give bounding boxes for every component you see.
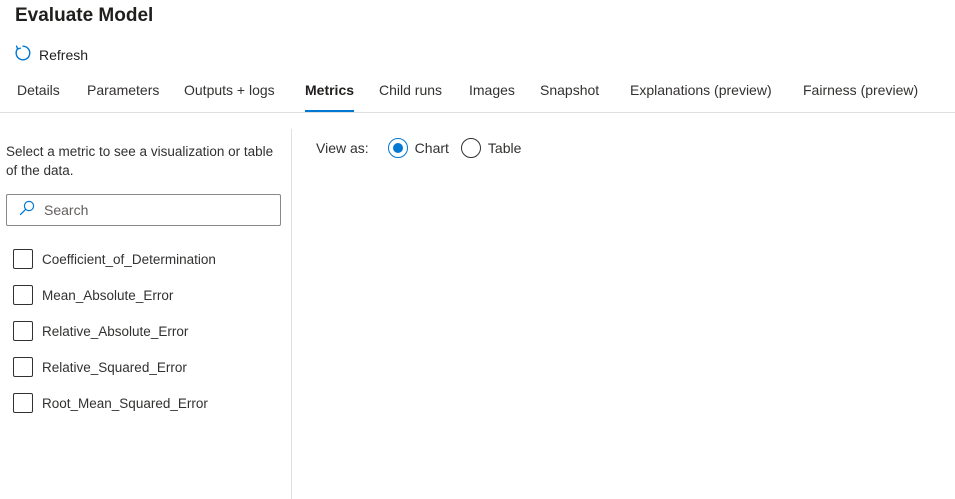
evaluate-model-page: Evaluate Model Refresh Details Parameter… bbox=[0, 0, 955, 499]
metric-item[interactable]: Coefficient_of_Determination bbox=[13, 241, 216, 277]
metric-item[interactable]: Root_Mean_Squared_Error bbox=[13, 385, 216, 421]
metric-checkbox[interactable] bbox=[13, 249, 33, 269]
view-as-group: View as: Chart Table bbox=[316, 138, 533, 158]
tab-details[interactable]: Details bbox=[17, 73, 60, 112]
tab-child-runs[interactable]: Child runs bbox=[379, 73, 442, 112]
tab-explanations[interactable]: Explanations (preview) bbox=[630, 73, 772, 112]
tab-images[interactable]: Images bbox=[469, 73, 515, 112]
chart-radio-label: Chart bbox=[414, 140, 449, 156]
refresh-icon bbox=[14, 44, 32, 65]
view-table-option[interactable]: Table bbox=[460, 138, 522, 158]
chart-radio[interactable] bbox=[387, 138, 408, 158]
metric-checkbox[interactable] bbox=[13, 285, 33, 305]
metric-item[interactable]: Relative_Absolute_Error bbox=[13, 313, 216, 349]
search-box[interactable] bbox=[6, 194, 281, 226]
table-radio[interactable] bbox=[460, 138, 481, 158]
metric-label: Relative_Squared_Error bbox=[42, 359, 187, 375]
tab-snapshot[interactable]: Snapshot bbox=[540, 73, 599, 112]
metric-checkbox[interactable] bbox=[13, 357, 33, 377]
page-title: Evaluate Model bbox=[15, 5, 154, 26]
metrics-sidebar: Select a metric to see a visualization o… bbox=[0, 129, 292, 499]
tab-parameters[interactable]: Parameters bbox=[87, 73, 159, 112]
metric-label: Mean_Absolute_Error bbox=[42, 287, 174, 303]
view-as-label: View as: bbox=[316, 140, 369, 156]
metric-label: Relative_Absolute_Error bbox=[42, 323, 189, 339]
view-chart-option[interactable]: Chart bbox=[387, 138, 449, 158]
tab-metrics[interactable]: Metrics bbox=[305, 73, 355, 112]
tab-fairness[interactable]: Fairness (preview) bbox=[803, 73, 918, 112]
metric-label: Root_Mean_Squared_Error bbox=[42, 395, 208, 411]
tab-bar: Details Parameters Outputs + logs Metric… bbox=[0, 73, 955, 113]
metric-item[interactable]: Mean_Absolute_Error bbox=[13, 277, 216, 313]
metric-item[interactable]: Relative_Squared_Error bbox=[13, 349, 216, 385]
search-icon bbox=[19, 200, 44, 221]
refresh-button[interactable]: Refresh bbox=[14, 44, 88, 65]
sidebar-description: Select a metric to see a visualization o… bbox=[6, 144, 274, 178]
refresh-label: Refresh bbox=[39, 46, 89, 63]
table-radio-label: Table bbox=[487, 140, 522, 156]
search-input[interactable] bbox=[44, 202, 264, 218]
metric-checkbox[interactable] bbox=[13, 393, 33, 413]
tab-outputs-logs[interactable]: Outputs + logs bbox=[184, 73, 275, 112]
metric-list: Coefficient_of_Determination Mean_Absolu… bbox=[13, 241, 216, 421]
metric-label: Coefficient_of_Determination bbox=[42, 251, 216, 267]
metric-checkbox[interactable] bbox=[13, 321, 33, 341]
